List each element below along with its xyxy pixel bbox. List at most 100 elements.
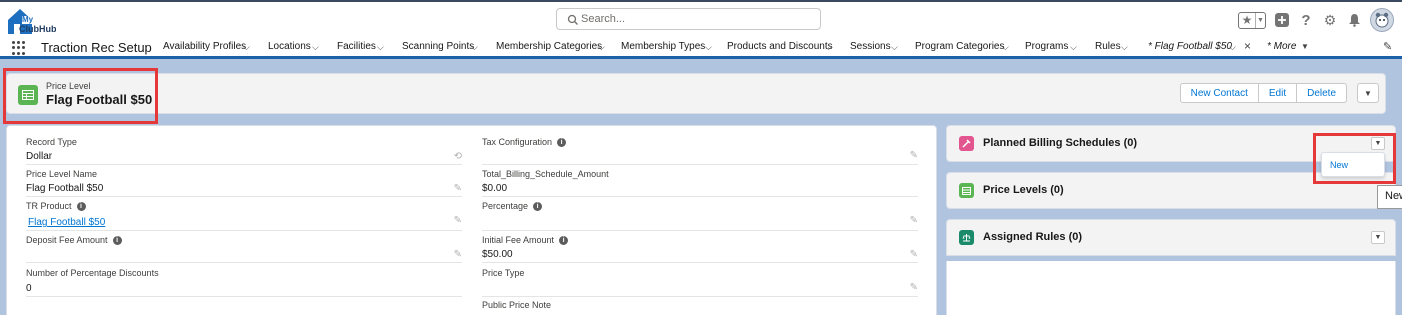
- nav-item-scanning-points[interactable]: Scanning Points: [402, 41, 474, 52]
- svg-text:ClubHub: ClubHub: [19, 24, 56, 34]
- header-utility-icons: ★ ▼ ? ⚙: [1238, 7, 1394, 33]
- field-label-text: Initial Fee Amount: [482, 235, 555, 245]
- info-icon[interactable]: i: [112, 236, 122, 246]
- svg-text:My: My: [22, 15, 34, 24]
- nav-item-rules[interactable]: Rules: [1095, 41, 1121, 52]
- info-icon[interactable]: i: [76, 202, 86, 212]
- field-label: Public Price Note: [482, 300, 552, 310]
- related-list-title[interactable]: Price Levels (0): [983, 184, 1064, 196]
- chevron-down-icon[interactable]: ⌵: [1229, 42, 1236, 53]
- field-initial-fee-amount: Initial Fee Amount i $50.00 ✎: [482, 235, 918, 263]
- field-label-text: TR Product: [26, 201, 72, 211]
- delete-button[interactable]: Delete: [1297, 83, 1347, 103]
- nav-item-programs[interactable]: Programs: [1025, 41, 1068, 52]
- favorites-button[interactable]: ★ ▼: [1238, 11, 1266, 29]
- pencil-icon[interactable]: ✎: [910, 215, 918, 226]
- field-label: Price Level Name: [26, 169, 98, 179]
- chevron-down-icon[interactable]: ⌵: [705, 42, 712, 53]
- edit-nav-pencil-icon[interactable]: ✎: [1383, 40, 1392, 53]
- chevron-down-icon[interactable]: ▼: [1256, 13, 1265, 28]
- notification-bell-icon[interactable]: [1346, 12, 1362, 28]
- nav-item-products-and-discounts[interactable]: Products and Discounts: [727, 41, 833, 52]
- field-label: Record Type: [26, 137, 77, 147]
- pencil-icon[interactable]: ✎: [910, 282, 918, 293]
- app-name: Traction Rec Setup: [41, 40, 152, 55]
- nav-item-program-categories[interactable]: Program Categories: [915, 41, 1004, 52]
- related-list-actions-dropdown[interactable]: ▼: [1371, 231, 1385, 244]
- tr-product-link[interactable]: Flag Football $50: [28, 217, 105, 228]
- change-record-type-icon[interactable]: ⟲: [454, 151, 462, 162]
- pencil-icon[interactable]: ✎: [454, 215, 462, 226]
- tab-label: * Flag Football $50: [1148, 41, 1232, 52]
- field-deposit-fee-amount: Deposit Fee Amount i ✎: [26, 235, 462, 263]
- app-launcher-icon[interactable]: [12, 41, 26, 55]
- pencil-icon[interactable]: ✎: [454, 183, 462, 194]
- nav-item-sessions[interactable]: Sessions: [850, 41, 891, 52]
- field-label: Deposit Fee Amount i: [26, 235, 122, 246]
- field-label: TR Product i: [26, 201, 86, 212]
- tab-flag-football[interactable]: * Flag Football $50 ⌵ ×: [1141, 36, 1261, 59]
- field-tr-product: TR Product i Flag Football $50 ✎: [26, 201, 462, 231]
- chevron-down-icon[interactable]: ⌵: [471, 42, 478, 53]
- edit-button[interactable]: Edit: [1258, 83, 1298, 103]
- chevron-down-icon[interactable]: ⌵: [1002, 42, 1009, 53]
- pencil-icon[interactable]: ✎: [910, 249, 918, 260]
- search-icon: [567, 14, 578, 25]
- field-public-price-note: Public Price Note: [482, 300, 918, 315]
- global-header: My ClubHub Search... ★ ▼ ? ⚙: [0, 0, 1402, 36]
- field-value: $0.00: [482, 183, 508, 194]
- field-label: Price Type: [482, 268, 525, 278]
- highlight-box-dropdown: [1313, 133, 1396, 184]
- billing-schedule-icon: [959, 136, 974, 151]
- chevron-down-icon[interactable]: ⌵: [891, 42, 898, 53]
- pencil-icon[interactable]: ✎: [454, 249, 462, 260]
- highlight-box-record-title: [3, 68, 158, 124]
- field-tax-configuration: Tax Configuration i ✎: [482, 137, 918, 165]
- field-label-text: Tax Configuration: [482, 137, 553, 147]
- field-price-type: Price Type ✎: [482, 268, 918, 297]
- record-action-buttons: New Contact Edit Delete: [1179, 83, 1347, 103]
- global-actions-add-icon[interactable]: [1274, 12, 1290, 28]
- caret-down-icon[interactable]: ▼: [1301, 42, 1309, 51]
- info-icon[interactable]: i: [533, 202, 543, 212]
- chevron-down-icon[interactable]: ⌵: [1070, 42, 1077, 53]
- pencil-icon[interactable]: ✎: [910, 150, 918, 161]
- new-contact-button[interactable]: New Contact: [1179, 83, 1259, 103]
- related-list-title[interactable]: Planned Billing Schedules (0): [983, 137, 1137, 149]
- nav-item-membership-types[interactable]: Membership Types: [621, 41, 705, 52]
- chevron-down-icon[interactable]: ⌵: [1121, 42, 1128, 53]
- related-list-body: [946, 261, 1396, 315]
- chevron-down-icon[interactable]: ⌵: [598, 42, 605, 53]
- chevron-down-icon[interactable]: ⌵: [243, 42, 250, 53]
- nav-item-membership-categories[interactable]: Membership Categories: [496, 41, 602, 52]
- field-label-text: Deposit Fee Amount: [26, 235, 108, 245]
- chevron-down-icon[interactable]: ⌵: [377, 42, 384, 53]
- field-number-of-percentage-discounts: Number of Percentage Discounts 0: [26, 268, 462, 297]
- nav-more-menu[interactable]: * More: [1267, 41, 1296, 52]
- nav-item-locations[interactable]: Locations: [268, 41, 311, 52]
- info-icon[interactable]: i: [559, 236, 569, 246]
- more-actions-dropdown[interactable]: ▼: [1357, 83, 1379, 103]
- close-icon[interactable]: ×: [1244, 39, 1251, 53]
- user-avatar[interactable]: [1370, 8, 1394, 32]
- nav-item-facilities[interactable]: Facilities: [337, 41, 376, 52]
- info-icon[interactable]: i: [557, 138, 567, 148]
- help-icon[interactable]: ?: [1298, 12, 1314, 29]
- field-label: Percentage i: [482, 201, 543, 212]
- field-value: Flag Football $50: [26, 183, 104, 194]
- record-header: Price Level Flag Football $50 New Contac…: [6, 73, 1386, 114]
- nav-item-availability-profiles[interactable]: Availability Profiles: [163, 41, 246, 52]
- field-value: 0: [26, 283, 32, 294]
- gear-icon[interactable]: ⚙: [1322, 12, 1338, 28]
- chevron-down-icon[interactable]: ⌵: [312, 42, 319, 53]
- field-record-type: Record Type Dollar ⟲: [26, 137, 462, 165]
- related-list-title[interactable]: Assigned Rules (0): [983, 231, 1082, 243]
- search-placeholder: Search...: [581, 13, 626, 25]
- global-search-input[interactable]: Search...: [556, 8, 821, 30]
- field-label-text: Percentage: [482, 201, 529, 211]
- myclubhub-logo[interactable]: My ClubHub: [6, 6, 57, 36]
- star-icon[interactable]: ★: [1239, 12, 1256, 28]
- chevron-down-icon[interactable]: ⌵: [825, 42, 832, 53]
- field-label: Number of Percentage Discounts: [26, 268, 159, 278]
- field-value: $50.00: [482, 249, 513, 260]
